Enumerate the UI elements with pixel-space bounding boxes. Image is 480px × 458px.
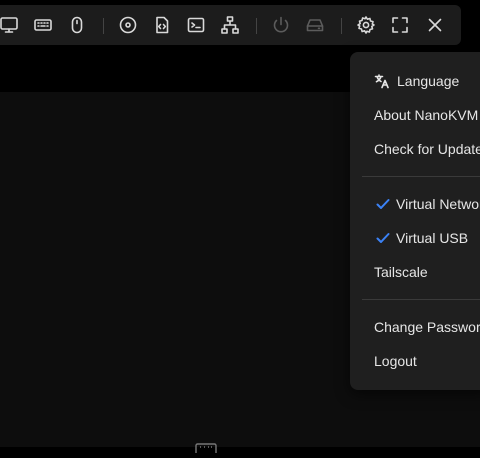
terminal-icon[interactable]	[181, 9, 211, 41]
menu-item-label: Virtual USB	[396, 230, 469, 246]
settings-menu: Language About NanoKVM Check for Updates…	[350, 52, 480, 390]
toolbar	[0, 5, 461, 45]
menu-item-check-updates[interactable]: Check for Updates	[350, 133, 480, 165]
power-icon[interactable]	[266, 9, 296, 41]
toolbar-divider	[256, 18, 257, 34]
mouse-icon[interactable]	[62, 9, 92, 41]
menu-item-label: Virtual Network	[396, 196, 480, 212]
menu-item-label: Check for Updates	[374, 141, 480, 157]
check-icon	[375, 196, 391, 212]
menu-item-label: Language	[397, 73, 460, 89]
toolbar-divider	[103, 18, 104, 34]
menu-item-label: Change Password	[374, 319, 480, 335]
menu-item-virtual-network[interactable]: Virtual Network	[350, 188, 480, 220]
script-icon[interactable]	[147, 9, 177, 41]
monitor-icon[interactable]	[0, 9, 24, 41]
menu-item-label: Tailscale	[374, 264, 428, 280]
menu-item-language[interactable]: Language	[350, 65, 480, 97]
menu-item-logout[interactable]: Logout	[350, 345, 480, 377]
fullscreen-icon[interactable]	[385, 9, 415, 41]
gear-icon[interactable]	[351, 9, 381, 41]
disc-icon[interactable]	[113, 9, 143, 41]
check-icon	[375, 230, 391, 246]
keyboard-icon[interactable]	[195, 440, 217, 457]
hard-drive-icon[interactable]	[300, 9, 330, 41]
menu-item-change-password[interactable]: Change Password	[350, 311, 480, 343]
menu-item-virtual-usb[interactable]: Virtual USB	[350, 222, 480, 254]
network-icon[interactable]	[215, 9, 245, 41]
menu-item-label: Logout	[374, 353, 417, 369]
close-icon[interactable]	[420, 9, 450, 41]
menu-divider	[362, 299, 480, 300]
translate-icon	[374, 73, 390, 89]
menu-item-label: About NanoKVM	[374, 107, 479, 123]
menu-divider	[362, 176, 480, 177]
keyboard-icon[interactable]	[28, 9, 58, 41]
menu-item-about[interactable]: About NanoKVM	[350, 99, 480, 131]
menu-item-tailscale[interactable]: Tailscale	[350, 256, 480, 288]
toolbar-divider	[341, 18, 342, 34]
